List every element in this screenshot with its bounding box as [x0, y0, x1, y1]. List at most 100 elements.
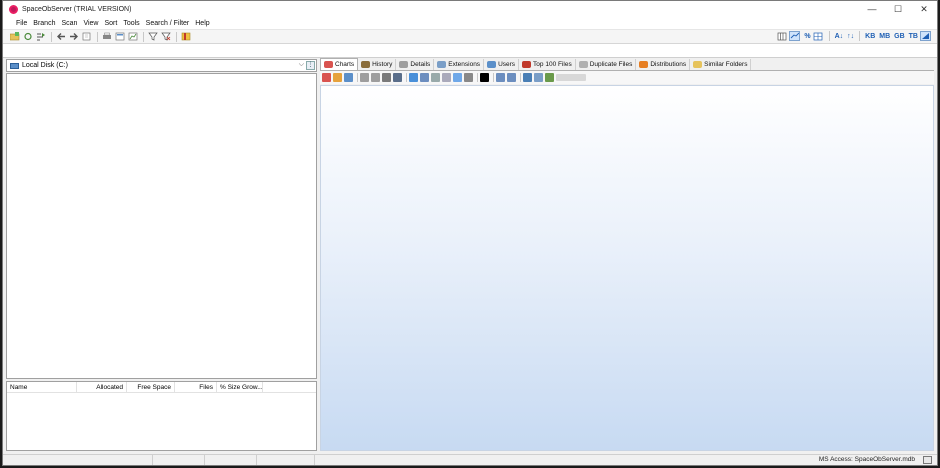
drive-selector[interactable]: Local Disk (C:) ⌵ ⋮: [6, 59, 317, 72]
menu-tools[interactable]: Tools: [120, 20, 142, 27]
chevron-down-icon[interactable]: ⌵: [299, 61, 304, 69]
print-icon[interactable]: [101, 32, 112, 42]
tab-users[interactable]: Users: [484, 59, 520, 70]
toolbar-separator: [859, 31, 861, 41]
drive-label: Local Disk (C:): [22, 62, 68, 69]
details-icon[interactable]: [523, 73, 532, 82]
unit-tb-button[interactable]: TB: [909, 33, 918, 40]
back-icon[interactable]: [55, 32, 66, 42]
menu-search-filter[interactable]: Search / Filter: [143, 20, 193, 27]
tab-label: History: [372, 61, 393, 68]
chart-toolbar: [320, 71, 934, 84]
pie-chart-icon[interactable]: [322, 73, 331, 82]
tab-similar-folders[interactable]: Similar Folders: [690, 59, 752, 70]
menu-file[interactable]: File: [13, 20, 30, 27]
export-icon[interactable]: [81, 32, 92, 42]
open-folder-icon[interactable]: [9, 32, 20, 42]
columns-icon[interactable]: [776, 31, 787, 41]
folders-view-icon[interactable]: [409, 73, 418, 82]
main-toolbar: % A↓ ↑↓ KB MB GB TB: [3, 30, 937, 44]
address-bar[interactable]: [3, 44, 937, 58]
bars-icon[interactable]: [464, 73, 473, 82]
right-panel: Charts History Details Extensions Users Top 1…: [320, 58, 934, 454]
columns-icon[interactable]: [442, 73, 451, 82]
filter-icon[interactable]: [147, 32, 158, 42]
tab-charts[interactable]: Charts: [320, 58, 359, 70]
status-cell: [205, 455, 257, 465]
print-icon[interactable]: [382, 73, 391, 82]
drive-list[interactable]: Name Allocated Free Space Files % Size G…: [6, 381, 317, 451]
drive-options-button[interactable]: ⋮: [306, 61, 315, 70]
toolbar-right-group: % A↓ ↑↓ KB MB GB TB: [776, 31, 933, 41]
unit-kb-button[interactable]: KB: [865, 33, 875, 40]
menu-sort[interactable]: Sort: [101, 20, 120, 27]
menu-branch[interactable]: Branch: [30, 20, 58, 27]
stack-chart-icon[interactable]: [344, 73, 353, 82]
zoom-out-icon[interactable]: [507, 73, 516, 82]
tab-extensions[interactable]: Extensions: [434, 59, 485, 70]
column-allocated[interactable]: Allocated: [77, 381, 127, 393]
folder-tree[interactable]: [6, 73, 317, 379]
report-icon[interactable]: [114, 32, 125, 42]
tab-distributions[interactable]: Distributions: [636, 59, 691, 70]
chart-area[interactable]: [320, 85, 934, 451]
tab-icon: [578, 61, 588, 68]
folder-view-icon[interactable]: [789, 31, 801, 41]
database-icon[interactable]: [923, 456, 932, 464]
unit-gb-button[interactable]: GB: [894, 33, 905, 40]
gradient-icon[interactable]: [453, 73, 462, 82]
column-files[interactable]: Files: [175, 381, 217, 393]
column-size-growth[interactable]: % Size Grow...: [217, 381, 263, 393]
scan-branch-icon[interactable]: [35, 32, 46, 42]
menu-scan[interactable]: Scan: [58, 20, 80, 27]
users-icon[interactable]: [545, 73, 554, 82]
color-black-icon[interactable]: [480, 73, 489, 82]
sort-az-button[interactable]: A↓: [835, 33, 844, 40]
tab-duplicate-files[interactable]: Duplicate Files: [576, 59, 637, 70]
bookmark-icon[interactable]: [180, 32, 191, 42]
toolbar-separator: [176, 31, 177, 42]
list-icon[interactable]: [431, 73, 440, 82]
toolbar-separator: [97, 31, 98, 42]
unit-mb-button[interactable]: MB: [879, 33, 890, 40]
tab-label: Duplicate Files: [589, 61, 633, 68]
status-database: MS Access: SpaceObServer.mdb: [818, 456, 915, 463]
properties-icon[interactable]: [534, 73, 543, 82]
filter-clear-icon[interactable]: [160, 32, 171, 42]
tab-icon: [693, 61, 703, 68]
menu-view[interactable]: View: [80, 20, 101, 27]
percent-button[interactable]: %: [804, 33, 810, 40]
toolbar-separator: [406, 73, 407, 82]
legend-icon[interactable]: [420, 73, 429, 82]
column-name[interactable]: Name: [7, 381, 77, 393]
grid-icon[interactable]: [813, 31, 824, 41]
list-header: Name Allocated Free Space Files % Size G…: [7, 381, 316, 393]
window-controls: — ☐ ✕: [859, 1, 937, 17]
refresh-icon[interactable]: [22, 32, 33, 42]
forward-icon[interactable]: [68, 32, 79, 42]
email-icon[interactable]: [371, 73, 380, 82]
toolbar-separator: [493, 73, 494, 82]
toolbar-separator: [143, 31, 144, 42]
menu-help[interactable]: Help: [192, 20, 212, 27]
tab-icon: [437, 61, 447, 68]
title-bar: SpaceObServer (TRIAL VERSION) — ☐ ✕: [3, 1, 937, 17]
sort-size-button[interactable]: ↑↓: [847, 33, 854, 40]
bar-chart-icon[interactable]: [333, 73, 342, 82]
app-window: SpaceObServer (TRIAL VERSION) — ☐ ✕ File…: [2, 0, 938, 466]
app-logo-icon: [9, 4, 18, 14]
save-icon[interactable]: [393, 73, 402, 82]
auto-unit-icon[interactable]: [920, 31, 931, 41]
tab-details[interactable]: Details: [396, 59, 435, 70]
close-button[interactable]: ✕: [911, 1, 937, 17]
copy-icon[interactable]: [360, 73, 369, 82]
column-free-space[interactable]: Free Space: [127, 381, 175, 393]
tab-history[interactable]: History: [358, 59, 397, 70]
maximize-button[interactable]: ☐: [885, 1, 911, 17]
chart-icon[interactable]: [127, 32, 138, 42]
minimize-button[interactable]: —: [859, 1, 885, 17]
tab-top-100-files[interactable]: Top 100 Files: [519, 59, 576, 70]
status-bar: MS Access: SpaceObServer.mdb: [3, 454, 937, 465]
slider-icon[interactable]: [556, 74, 586, 81]
zoom-in-icon[interactable]: [496, 73, 505, 82]
